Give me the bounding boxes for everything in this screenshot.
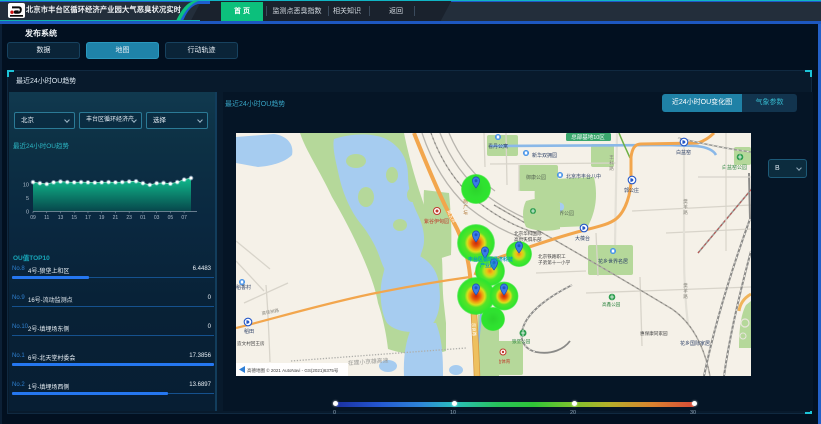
svg-text:花乡世界名居: 花乡世界名居 bbox=[598, 258, 628, 265]
svg-text:北京市丰台八中: 北京市丰台八中 bbox=[566, 173, 601, 180]
svg-text:高德地图 © 2021 AutoNavi - GS(2021: 高德地图 © 2021 AutoNavi - GS(2021)6375号 bbox=[247, 367, 339, 374]
svg-text:稻田: 稻田 bbox=[244, 328, 254, 335]
svg-text:11: 11 bbox=[44, 215, 49, 221]
svg-text:看丹公寓: 看丹公寓 bbox=[488, 143, 508, 150]
svg-text:两广坛: 两广坛 bbox=[463, 199, 469, 216]
svg-text:13: 13 bbox=[58, 215, 64, 221]
svg-text:子弟第十一小学: 子弟第十一小学 bbox=[538, 259, 571, 266]
svg-text:05: 05 bbox=[168, 215, 174, 221]
svg-text:07: 07 bbox=[181, 215, 187, 221]
svg-text:狼堡公园: 狼堡公园 bbox=[512, 338, 531, 345]
svg-text:北京华科国际: 北京华科国际 bbox=[514, 230, 542, 237]
svg-text:惠保康同家园: 惠保康同家园 bbox=[640, 330, 668, 337]
svg-text:15: 15 bbox=[71, 215, 77, 221]
svg-text:造文村回王房: 造文村回王房 bbox=[237, 340, 265, 347]
svg-text:稻香村: 稻香村 bbox=[236, 284, 251, 291]
svg-text:高鑫公园: 高鑫公园 bbox=[602, 301, 621, 308]
svg-text:23: 23 bbox=[126, 215, 132, 221]
svg-text:花乡国际家居: 花乡国际家居 bbox=[680, 340, 710, 347]
svg-text:09: 09 bbox=[30, 215, 36, 221]
svg-text:01: 01 bbox=[140, 215, 146, 221]
svg-text:19: 19 bbox=[99, 215, 105, 221]
svg-text:产业园: 产业园 bbox=[480, 262, 495, 269]
svg-text:21: 21 bbox=[113, 215, 119, 221]
svg-text:17: 17 bbox=[85, 215, 91, 221]
svg-text:0: 0 bbox=[26, 210, 29, 216]
svg-text:丰科路: 丰科路 bbox=[609, 154, 615, 172]
svg-text:新华双拥园: 新华双拥园 bbox=[532, 152, 557, 159]
svg-text:樊羊路: 樊羊路 bbox=[683, 198, 689, 216]
svg-text:樊羊路: 樊羊路 bbox=[683, 282, 689, 300]
svg-text:郭公庄: 郭公庄 bbox=[624, 187, 639, 194]
svg-text:10: 10 bbox=[23, 182, 29, 188]
svg-text:大葆台: 大葆台 bbox=[575, 235, 590, 242]
svg-text:丰台区循环经济科技: 丰台区循环经济科技 bbox=[468, 256, 514, 263]
svg-text:紫谷伊甸园: 紫谷伊甸园 bbox=[424, 218, 449, 225]
svg-text:03: 03 bbox=[154, 215, 160, 221]
svg-text:白盆窑: 白盆窑 bbox=[676, 149, 691, 156]
svg-text:5: 5 bbox=[26, 196, 29, 202]
svg-text:御康公园: 御康公园 bbox=[526, 174, 546, 181]
svg-text:总部基地10区: 总部基地10区 bbox=[571, 133, 605, 141]
svg-text:北京铁路职工: 北京铁路职工 bbox=[538, 253, 566, 260]
